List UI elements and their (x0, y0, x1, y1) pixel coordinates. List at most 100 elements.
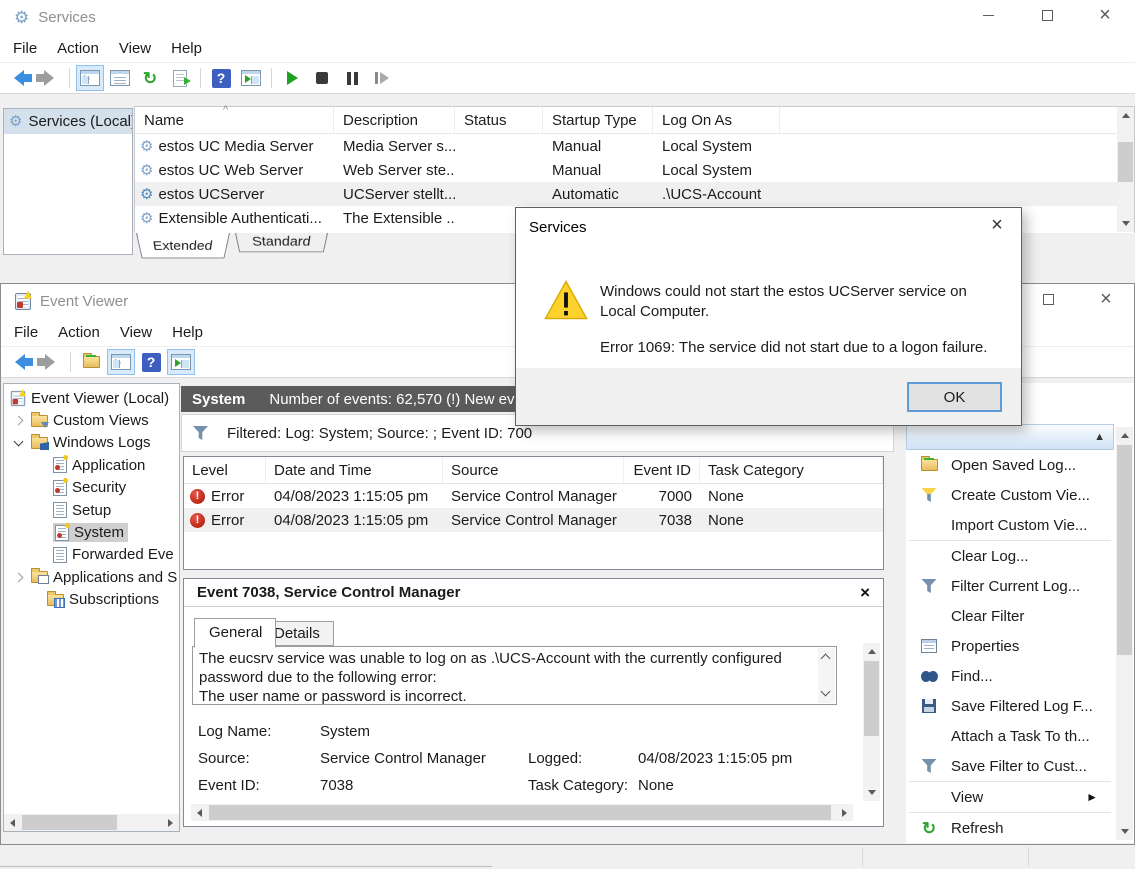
tab-standard[interactable]: Standard (235, 233, 328, 252)
column-header-level[interactable]: Level (184, 457, 266, 483)
vertical-scrollbar[interactable] (1117, 107, 1134, 232)
maximize-button[interactable] (1021, 0, 1073, 31)
scrollbar-thumb[interactable] (1117, 445, 1132, 655)
back-button[interactable] (5, 65, 33, 91)
menu-file[interactable]: File (3, 40, 47, 57)
show-action-pane-button[interactable] (237, 65, 265, 91)
scroll-up-icon[interactable] (1117, 107, 1134, 124)
tree-item-system-selected[interactable]: System (4, 521, 179, 543)
maximize-button[interactable] (1022, 284, 1074, 315)
show-action-pane-button[interactable] (167, 349, 195, 375)
action-clear-log[interactable]: Clear Log... (906, 541, 1114, 571)
pause-service-button[interactable] (338, 65, 366, 91)
action-view[interactable]: View► (906, 782, 1114, 812)
tab-extended[interactable]: Extended (136, 233, 230, 258)
action-refresh[interactable]: ↻Refresh (906, 813, 1114, 843)
chevron-right-icon[interactable] (14, 572, 24, 582)
details-horizontal-scrollbar[interactable] (191, 804, 853, 821)
scroll-right-icon[interactable] (162, 814, 179, 831)
forward-button[interactable] (36, 349, 64, 375)
service-row-selected[interactable]: ⚙estos UCServer UCServer stellt... Autom… (135, 182, 1134, 206)
scrollbar-thumb[interactable] (209, 805, 831, 820)
menu-file[interactable]: File (4, 324, 48, 341)
service-row[interactable]: ⚙estos UC Media Server Media Server s...… (135, 134, 1134, 158)
column-header-source[interactable]: Source (443, 457, 624, 483)
action-properties[interactable]: Properties (906, 631, 1114, 661)
scrollbar-thumb[interactable] (864, 661, 879, 736)
restart-service-button[interactable] (368, 65, 396, 91)
ok-button[interactable]: OK (907, 382, 1002, 412)
scroll-down-icon[interactable] (1116, 823, 1133, 840)
scope-item-services-local[interactable]: ⚙ Services (Local) (4, 109, 132, 134)
action-save-filter-to-custom-view[interactable]: Save Filter to Cust... (906, 751, 1114, 781)
column-header-event-id[interactable]: Event ID (624, 457, 700, 483)
service-row[interactable]: ⚙estos UC Web Server Web Server ste... M… (135, 158, 1134, 182)
action-find[interactable]: Find... (906, 661, 1114, 691)
column-header-task-category[interactable]: Task Category (700, 457, 883, 483)
scroll-left-icon[interactable] (191, 804, 208, 821)
show-console-tree-button[interactable] (76, 65, 104, 91)
tree-item-forwarded-events[interactable]: Forwarded Eve (4, 544, 179, 566)
event-row-selected[interactable]: !Error 04/08/2023 1:15:05 pm Service Con… (184, 508, 883, 532)
scroll-down-icon[interactable] (863, 784, 880, 801)
details-vertical-scrollbar[interactable] (863, 643, 880, 801)
properties-button[interactable] (106, 65, 134, 91)
back-button[interactable] (6, 349, 34, 375)
action-open-saved-log[interactable]: Open Saved Log... (906, 450, 1114, 480)
help-button[interactable]: ? (207, 65, 235, 91)
column-header-name[interactable]: Name^ (135, 107, 334, 133)
chevron-down-icon[interactable] (14, 436, 24, 446)
event-row[interactable]: !Error 04/08/2023 1:15:05 pm Service Con… (184, 484, 883, 508)
show-console-tree-button[interactable] (107, 349, 135, 375)
actions-vertical-scrollbar[interactable] (1116, 427, 1133, 840)
action-clear-filter[interactable]: Clear Filter (906, 601, 1114, 631)
column-header-date-time[interactable]: Date and Time (266, 457, 443, 483)
menu-view[interactable]: View (109, 40, 161, 57)
forward-button[interactable] (35, 65, 63, 91)
scroll-down-icon[interactable] (821, 687, 831, 697)
menu-help[interactable]: Help (162, 324, 213, 341)
action-save-filtered-log[interactable]: Save Filtered Log F... (906, 691, 1114, 721)
tree-item-windows-logs[interactable]: Windows Logs (4, 432, 179, 454)
tree-item-custom-views[interactable]: Custom Views (4, 409, 179, 431)
help-button[interactable]: ? (137, 349, 165, 375)
column-header-description[interactable]: Description (334, 107, 455, 133)
tree-item-application[interactable]: Application (4, 454, 179, 476)
refresh-button[interactable]: ↻ (136, 65, 164, 91)
column-header-status[interactable]: Status (455, 107, 543, 133)
scroll-up-icon[interactable] (1116, 427, 1133, 444)
tree-item-security[interactable]: Security (4, 477, 179, 499)
scroll-up-icon[interactable] (821, 654, 831, 664)
scroll-up-icon[interactable] (863, 643, 880, 660)
chevron-right-icon[interactable] (14, 416, 24, 426)
menu-action[interactable]: Action (48, 324, 110, 341)
dialog-close-button[interactable]: × (981, 213, 1013, 238)
tab-general[interactable]: General (194, 618, 276, 648)
collapse-icon[interactable]: ▲ (1094, 431, 1105, 443)
menu-view[interactable]: View (110, 324, 162, 341)
tree-item-setup[interactable]: Setup (4, 499, 179, 521)
start-service-button[interactable] (278, 65, 306, 91)
menu-help[interactable]: Help (161, 40, 212, 57)
action-attach-task[interactable]: Attach a Task To th... (906, 721, 1114, 751)
scrollbar-thumb[interactable] (1118, 142, 1133, 182)
column-header-log-on-as[interactable]: Log On As (653, 107, 780, 133)
export-list-button[interactable] (166, 65, 194, 91)
horizontal-scrollbar[interactable] (4, 814, 179, 831)
scroll-left-icon[interactable] (4, 814, 21, 831)
open-saved-log-button[interactable] (77, 349, 105, 375)
close-button[interactable]: × (1080, 284, 1132, 315)
column-header-startup-type[interactable]: Startup Type (543, 107, 653, 133)
tree-item-event-viewer-local[interactable]: Event Viewer (Local) (4, 387, 179, 409)
close-details-icon[interactable]: × (860, 583, 870, 603)
scroll-right-icon[interactable] (836, 804, 853, 821)
close-button[interactable]: × (1079, 0, 1131, 31)
stop-service-button[interactable] (308, 65, 336, 91)
scroll-down-icon[interactable] (1117, 215, 1134, 232)
tree-item-applications-and-services[interactable]: Applications and S (4, 566, 179, 588)
scrollbar-thumb[interactable] (22, 815, 117, 830)
tree-item-subscriptions[interactable]: Subscriptions (4, 589, 179, 611)
minimize-button[interactable] (962, 0, 1014, 31)
action-filter-current-log[interactable]: Filter Current Log... (906, 571, 1114, 601)
action-import-custom-view[interactable]: Import Custom Vie... (906, 510, 1114, 540)
